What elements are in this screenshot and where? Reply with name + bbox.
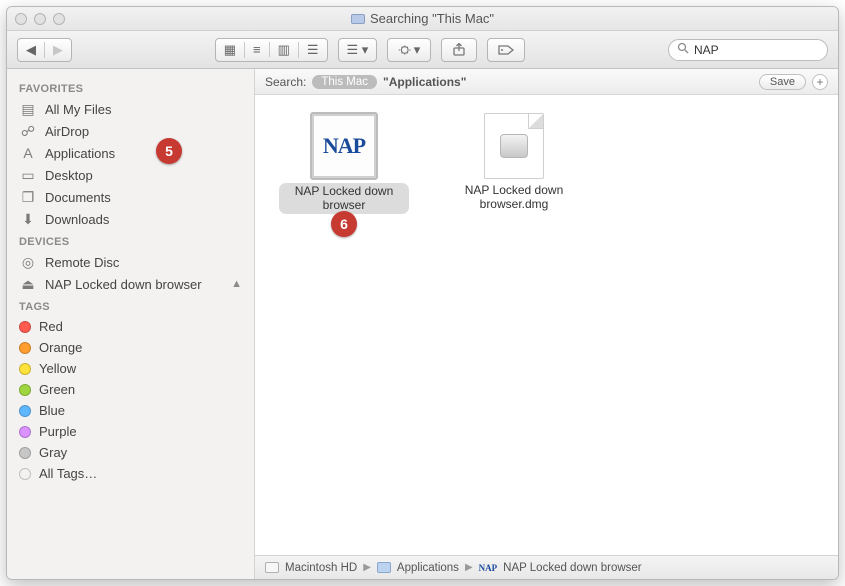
close-button[interactable] — [15, 13, 27, 25]
finder-window: Searching "This Mac" ◀ ▶ ▦ ≡ ▥ ☰ ☰ ▾ ▾ — [6, 6, 839, 580]
sidebar-item-applications[interactable]: A Applications 5 — [7, 142, 254, 164]
result-app[interactable]: NAP NAP Locked down browser 6 — [279, 113, 409, 214]
view-mode-buttons: ▦ ≡ ▥ ☰ — [215, 38, 328, 62]
tag-dot — [19, 384, 31, 396]
tag-red[interactable]: Red — [7, 316, 254, 337]
applications-icon: A — [19, 145, 37, 161]
tag-green[interactable]: Green — [7, 379, 254, 400]
column-view-button[interactable]: ▥ — [270, 42, 299, 58]
forward-button[interactable]: ▶ — [45, 42, 71, 58]
callout-6: 6 — [331, 211, 357, 237]
sidebar-item-remote-disc[interactable]: ◎Remote Disc — [7, 251, 254, 273]
tag-dot — [19, 363, 31, 375]
tag-gray[interactable]: Gray — [7, 442, 254, 463]
result-dmg[interactable]: NAP Locked down browser.dmg — [449, 113, 579, 212]
volume-icon: ⏏ — [19, 276, 37, 292]
sidebar: FAVORITES ▤All My Files ☍AirDrop A Appli… — [7, 69, 255, 579]
folder-icon — [351, 14, 365, 24]
all-files-icon: ▤ — [19, 101, 37, 117]
file-label: NAP Locked down browser.dmg — [449, 183, 579, 212]
scope-label: Search: — [265, 75, 306, 89]
toolbar: ◀ ▶ ▦ ≡ ▥ ☰ ☰ ▾ ▾ ✕ — [7, 31, 838, 69]
tag-dot — [19, 321, 31, 333]
tag-all[interactable]: All Tags… — [7, 463, 254, 484]
file-label: NAP Locked down browser — [279, 183, 409, 214]
scope-applications[interactable]: "Applications" — [383, 75, 466, 89]
main-content: Search: This Mac "Applications" Save + N… — [255, 69, 838, 579]
path-segment[interactable]: NAP Locked down browser — [503, 562, 642, 574]
section-tags: TAGS — [7, 295, 254, 316]
section-favorites: FAVORITES — [7, 77, 254, 98]
tag-blue[interactable]: Blue — [7, 400, 254, 421]
window-title: Searching "This Mac" — [7, 11, 838, 26]
minimize-button[interactable] — [34, 13, 46, 25]
window-title-text: Searching "This Mac" — [370, 11, 494, 26]
titlebar: Searching "This Mac" — [7, 7, 838, 31]
tag-dot — [19, 342, 31, 354]
search-input[interactable] — [694, 43, 839, 57]
folder-icon — [377, 562, 391, 573]
scope-this-mac[interactable]: This Mac — [312, 75, 377, 89]
scope-bar: Search: This Mac "Applications" Save + — [255, 69, 838, 95]
sidebar-item-volume[interactable]: ⏏NAP Locked down browser▲ — [7, 273, 254, 295]
path-segment[interactable]: Macintosh HD — [285, 562, 357, 574]
arrange-menu[interactable]: ☰ ▾ — [338, 38, 378, 62]
save-search-button[interactable]: Save — [759, 74, 806, 90]
traffic-lights — [15, 13, 65, 25]
section-devices: DEVICES — [7, 230, 254, 251]
sidebar-item-downloads[interactable]: ⬇Downloads — [7, 208, 254, 230]
coverflow-view-button[interactable]: ☰ — [299, 42, 327, 58]
sidebar-item-airdrop[interactable]: ☍AirDrop — [7, 120, 254, 142]
nav-buttons: ◀ ▶ — [17, 38, 72, 62]
list-view-button[interactable]: ≡ — [245, 42, 270, 57]
chevron-icon: ▶ — [363, 562, 371, 573]
zoom-button[interactable] — [53, 13, 65, 25]
chevron-icon: ▶ — [465, 562, 473, 573]
sidebar-item-documents[interactable]: ❐Documents — [7, 186, 254, 208]
tag-dot — [19, 447, 31, 459]
sidebar-item-all-my-files[interactable]: ▤All My Files — [7, 98, 254, 120]
documents-icon: ❐ — [19, 189, 37, 205]
tag-yellow[interactable]: Yellow — [7, 358, 254, 379]
sidebar-item-desktop[interactable]: ▭Desktop — [7, 164, 254, 186]
add-criteria-button[interactable]: + — [812, 74, 828, 90]
downloads-icon: ⬇ — [19, 211, 37, 227]
back-button[interactable]: ◀ — [18, 42, 45, 58]
search-field[interactable]: ✕ — [668, 39, 828, 61]
share-button[interactable] — [441, 38, 477, 62]
desktop-icon: ▭ — [19, 167, 37, 183]
app-icon: NAP — [311, 113, 377, 179]
results-grid: NAP NAP Locked down browser 6 NAP Locked… — [255, 95, 838, 555]
path-segment[interactable]: Applications — [397, 562, 459, 574]
airdrop-icon: ☍ — [19, 123, 37, 139]
tag-dot — [19, 468, 31, 480]
tags-button[interactable] — [487, 38, 525, 62]
search-icon — [677, 42, 689, 57]
eject-icon[interactable]: ▲ — [231, 278, 242, 290]
path-bar: Macintosh HD ▶ Applications ▶ NAP NAP Lo… — [255, 555, 838, 579]
tag-orange[interactable]: Orange — [7, 337, 254, 358]
tag-dot — [19, 405, 31, 417]
callout-5: 5 — [156, 138, 182, 164]
app-small-icon: NAP — [479, 563, 498, 573]
icon-view-button[interactable]: ▦ — [216, 42, 245, 58]
tag-purple[interactable]: Purple — [7, 421, 254, 442]
dmg-icon — [484, 113, 544, 179]
action-menu[interactable]: ▾ — [387, 38, 431, 62]
drive-icon — [265, 562, 279, 573]
tag-dot — [19, 426, 31, 438]
disc-icon: ◎ — [19, 254, 37, 270]
